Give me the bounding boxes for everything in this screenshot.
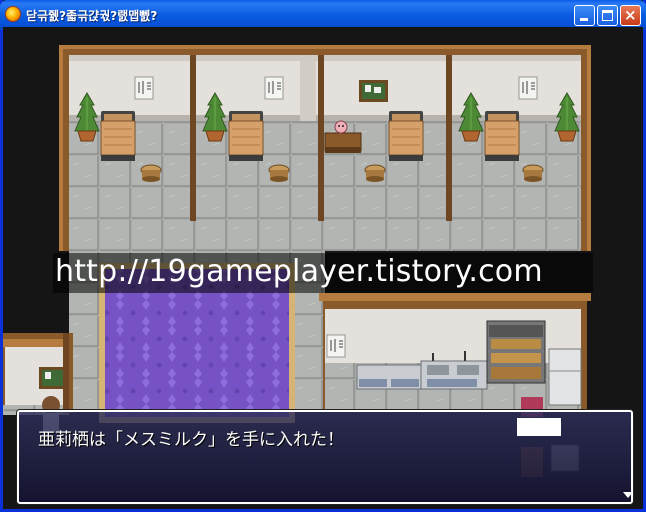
game-window: 닫귺쥀?졻귺갽궋?랤맵뻸? × http://19gameplayer.tist… — [0, 0, 646, 512]
minimize-icon — [580, 18, 588, 21]
app-icon — [6, 7, 20, 21]
close-icon: × — [624, 6, 637, 24]
game-screen[interactable]: http://19gameplayer.tistory.com 亜莉栖は「メスミ… — [3, 27, 643, 509]
watermark-text: http://19gameplayer.tistory.com — [55, 254, 543, 289]
message-text: 亜莉栖は「メスミルク」を手に入れた！ — [38, 430, 344, 450]
minimize-button[interactable] — [574, 5, 595, 26]
maximize-icon — [602, 10, 613, 21]
window-title: 닫귺쥀?졻귺갽궋?랤맵뻸? — [26, 9, 158, 23]
name-plate — [517, 418, 561, 436]
maximize-button[interactable] — [597, 5, 618, 26]
close-button[interactable]: × — [620, 5, 641, 26]
watermark-banner: http://19gameplayer.tistory.com — [53, 253, 593, 293]
message-window[interactable]: 亜莉栖は「メスミルク」を手に入れた！ — [17, 410, 633, 504]
title-bar[interactable]: 닫귺쥀?졻귺갽궋?랤맵뻸? × — [0, 0, 646, 30]
continue-arrow-icon[interactable] — [623, 492, 633, 498]
